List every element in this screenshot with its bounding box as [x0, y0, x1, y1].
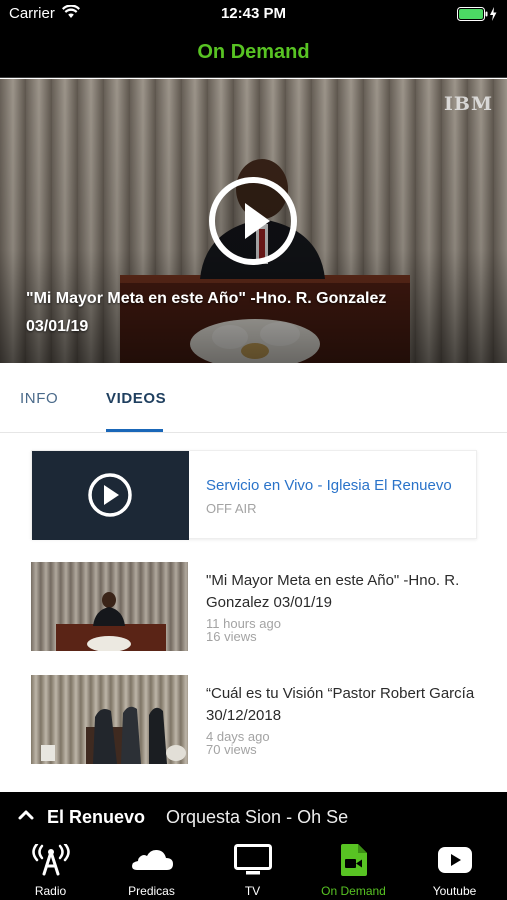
tab-youtube-label: Youtube [432, 884, 477, 898]
battery-icon [457, 7, 497, 21]
chevron-up-icon[interactable] [17, 806, 35, 824]
play-circle-icon [88, 473, 132, 517]
page-title: On Demand [197, 41, 310, 63]
status-bar: Carrier 12:43 PM [0, 0, 507, 28]
play-circle-icon[interactable] [208, 176, 298, 266]
list-item-title: "Mi Mayor Meta en este Año" -Hno. R. Gon… [206, 572, 460, 611]
video-file-icon [340, 844, 367, 876]
status-time: 12:43 PM [220, 5, 287, 22]
tab-on-demand[interactable]: On Demand [303, 840, 404, 900]
list-item-video[interactable]: "Mi Mayor Meta en este Año" -Hno. R. Gon… [31, 562, 477, 651]
content-tabs: INFO VIDEOS [0, 363, 507, 433]
list-item-title: “Cuál es tu Visión “Pastor Robert García… [206, 685, 475, 724]
charging-icon [490, 7, 497, 21]
tab-videos[interactable]: VIDEOS [106, 390, 166, 407]
tab-radio[interactable]: Radio [0, 840, 101, 900]
video-thumbnail [31, 562, 188, 651]
video-views: 70 views [206, 742, 257, 757]
tab-radio-label: Radio [34, 884, 67, 898]
active-tab-indicator [106, 429, 163, 432]
youtube-icon [437, 847, 472, 873]
featured-video[interactable]: IBM "Mi Mayor Meta en este Año" -Hno. R.… [0, 79, 507, 363]
ibm-watermark: IBM [444, 93, 493, 115]
tab-youtube[interactable]: Youtube [404, 840, 505, 900]
featured-video-title: "Mi Mayor Meta en este Año" -Hno. R. Gon… [26, 290, 387, 307]
radio-antenna-icon [31, 844, 70, 876]
cloud-icon [131, 850, 173, 870]
tab-on-demand-label: On Demand [321, 884, 386, 898]
live-thumbnail [32, 451, 189, 540]
bottom-tab-bar: Radio Predicas TV On Demand Youtube [0, 840, 507, 900]
tab-tv[interactable]: TV [202, 840, 303, 900]
now-playing-track: Orquesta Sion - Oh Se [166, 807, 349, 827]
now-playing-station: El Renuevo [47, 807, 146, 827]
featured-video-date: 03/01/19 [26, 318, 89, 335]
tv-icon [233, 844, 272, 875]
app-screen: Carrier 12:43 PM On Demand IBM "Mi Mayor… [0, 0, 507, 900]
top-bar: Carrier 12:43 PM On Demand [0, 0, 507, 78]
tab-tv-label: TV [244, 884, 261, 898]
video-thumbnail [31, 675, 188, 764]
list-item-video[interactable]: “Cuál es tu Visión “Pastor Robert García… [31, 675, 477, 764]
video-views: 16 views [206, 629, 257, 644]
live-status: OFF AIR [206, 501, 257, 516]
now-playing-bar[interactable]: El Renuevo Orquesta Sion - Oh Se [0, 792, 507, 840]
tab-predicas[interactable]: Predicas [101, 840, 202, 900]
list-item-title: Servicio en Vivo - Iglesia El Renuevo [206, 477, 452, 494]
tab-info[interactable]: INFO [20, 390, 58, 407]
tab-predicas-label: Predicas [128, 884, 175, 898]
video-list: Servicio en Vivo - Iglesia El Renuevo OF… [0, 434, 507, 792]
list-item-live-stream[interactable]: Servicio en Vivo - Iglesia El Renuevo OF… [31, 450, 477, 540]
